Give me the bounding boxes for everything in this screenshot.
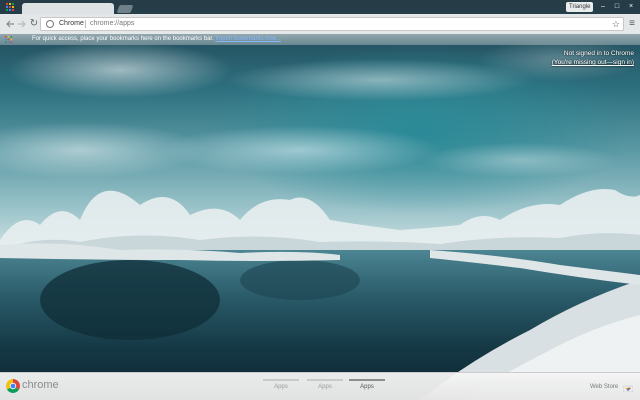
bookmarks-hint-text: For quick access, place your bookmarks h…: [32, 36, 214, 42]
chrome-wordmark: chrome: [22, 379, 59, 391]
page-info-icon[interactable]: [46, 20, 54, 28]
page-tab-indicator: [263, 379, 299, 381]
import-bookmarks-link[interactable]: Import bookmarks now...: [215, 36, 280, 42]
bookmarks-bar: For quick access, place your bookmarks h…: [0, 34, 640, 45]
browser-toolbar: ↻ Chrome chrome://apps ☆ ≡: [0, 14, 640, 34]
minimize-button[interactable]: –: [596, 2, 610, 12]
address-bar[interactable]: Chrome chrome://apps ☆: [40, 17, 624, 31]
signin-notice: Not signed in to Chrome (You're missing …: [552, 49, 634, 67]
signin-status: Not signed in to Chrome: [563, 50, 634, 57]
page-tab-2[interactable]: Apps: [307, 373, 343, 400]
page-tab-indicator: [307, 379, 343, 381]
web-store-link[interactable]: Web Store: [590, 383, 618, 391]
forward-arrow-icon[interactable]: [16, 18, 28, 30]
back-arrow-icon[interactable]: [4, 18, 16, 30]
tab-strip: Triangle – □ ×: [0, 0, 640, 14]
signin-link[interactable]: (You're missing out—sign in): [552, 58, 634, 67]
close-window-button[interactable]: ×: [624, 2, 638, 12]
omnibox-chip: Chrome: [59, 20, 84, 27]
page-tab-label: Apps: [318, 384, 332, 390]
tab-apps[interactable]: [22, 3, 114, 14]
apps-footer: chrome Apps Apps Apps Web Store: [0, 372, 640, 400]
omnibox-divider: [85, 20, 86, 28]
chrome-menu-icon[interactable]: ≡: [628, 18, 636, 30]
wallpaper: [0, 0, 640, 400]
page-tab-1[interactable]: Apps: [263, 373, 299, 400]
page-tab-label: Apps: [274, 384, 288, 390]
profile-button[interactable]: Triangle: [566, 2, 594, 12]
chrome-logo-icon: [6, 379, 20, 393]
maximize-button[interactable]: □: [610, 2, 624, 12]
bookmark-star-icon[interactable]: ☆: [612, 18, 620, 30]
page-tab-3[interactable]: Apps: [349, 373, 385, 400]
page-tab-label: Apps: [360, 384, 374, 390]
web-store-icon[interactable]: [623, 384, 633, 392]
bookmarks-apps-icon[interactable]: [5, 36, 12, 43]
bookmarks-hint: For quick access, place your bookmarks h…: [32, 34, 281, 45]
reload-icon[interactable]: ↻: [28, 18, 40, 30]
page-tab-indicator: [349, 379, 385, 381]
new-tab-button[interactable]: [116, 5, 134, 13]
url-text[interactable]: chrome://apps: [90, 18, 134, 30]
apps-page-switcher: Apps Apps Apps: [263, 373, 387, 400]
apps-grid-icon[interactable]: [6, 3, 14, 11]
